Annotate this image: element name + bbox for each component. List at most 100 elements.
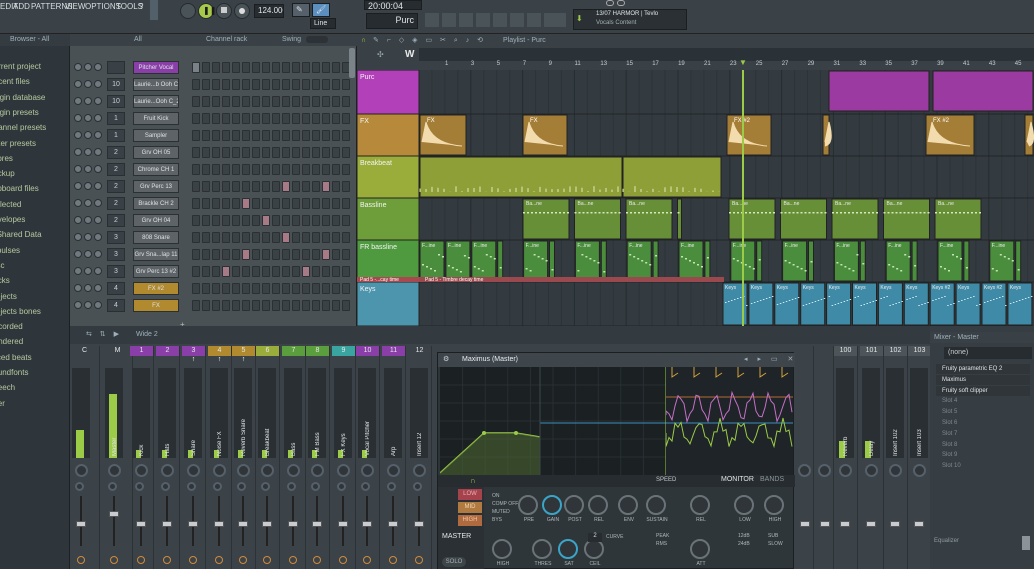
channel-volume-knob[interactable] (94, 233, 102, 241)
step-button[interactable] (202, 79, 210, 90)
step-button[interactable] (342, 96, 350, 107)
step-button[interactable] (272, 283, 280, 294)
step-button[interactable] (282, 181, 290, 192)
step-button[interactable] (332, 164, 340, 175)
channel-name-button[interactable]: Grv Perc 13 (133, 180, 179, 193)
step-button[interactable] (212, 300, 220, 311)
effect-slot[interactable]: Slot 6 (936, 418, 1030, 428)
channel-row[interactable]: 2 Chrome CH 1 (70, 162, 357, 179)
stereo-knob[interactable] (237, 482, 246, 491)
channel-filter[interactable]: All (134, 34, 142, 46)
pan-knob[interactable] (913, 464, 926, 477)
channel-volume-knob[interactable] (94, 250, 102, 258)
step-button[interactable] (332, 300, 340, 311)
mixer-track-label[interactable]: Master (112, 400, 124, 456)
volume-fader[interactable] (414, 521, 424, 527)
mixer-track-label[interactable]: Bass (291, 400, 303, 456)
channel-name-button[interactable]: Chrome CH 1 (133, 163, 179, 176)
mixer-track-label[interactable]: FM Bass (315, 400, 327, 456)
browser-view-icon[interactable] (493, 13, 507, 27)
slope-option[interactable]: 12dB (738, 533, 750, 539)
step-button[interactable] (322, 62, 330, 73)
channel-row[interactable]: 4 FX (70, 298, 357, 315)
step-button[interactable] (282, 79, 290, 90)
step-button[interactable] (322, 283, 330, 294)
mixer-track-label[interactable]: Snare (191, 400, 203, 456)
slope-option-2[interactable]: 24dB (738, 541, 750, 547)
step-button[interactable] (272, 198, 280, 209)
step-button[interactable] (312, 266, 320, 277)
effect-slot[interactable]: Slot 7 (936, 429, 1030, 439)
step-button[interactable] (332, 215, 340, 226)
band-low[interactable]: LOW (458, 489, 482, 500)
mixer-track-label[interactable]: Insert 12 (417, 400, 429, 456)
step-button[interactable] (302, 283, 310, 294)
step-button[interactable] (322, 181, 330, 192)
paint-tool-button[interactable]: 🖌 (312, 3, 330, 17)
step-button[interactable] (242, 249, 250, 260)
step-button[interactable] (282, 249, 290, 260)
step-button[interactable] (322, 266, 330, 277)
mixer-track-label[interactable] (79, 400, 91, 456)
browser-item[interactable]: Channel presets (0, 123, 46, 132)
channel-mute-led[interactable] (74, 301, 82, 309)
mixer-tools[interactable]: ⇆ ⇅ ▶ (86, 326, 122, 344)
fx-route-icon[interactable] (289, 556, 297, 564)
channel-row[interactable]: 1 Fruit Kick (70, 111, 357, 128)
channel-pan-knob[interactable] (84, 284, 92, 292)
step-button[interactable] (342, 232, 350, 243)
mixer-strip[interactable]: 9 FX Keys (332, 346, 356, 569)
step-button[interactable] (322, 130, 330, 141)
monitor-tab[interactable]: MONITOR (721, 476, 754, 483)
online-icon[interactable] (606, 0, 614, 6)
volume-fader[interactable] (288, 521, 298, 527)
step-button[interactable] (302, 62, 310, 73)
channel-pan-knob[interactable] (84, 131, 92, 139)
step-button[interactable] (302, 181, 310, 192)
browser-item[interactable]: Collected (0, 200, 21, 209)
stereo-knob[interactable] (75, 482, 84, 491)
step-button[interactable] (332, 130, 340, 141)
pan-knob[interactable] (237, 464, 250, 477)
maximus-knob[interactable] (518, 495, 538, 515)
mixer-strip[interactable] (796, 346, 814, 569)
step-button[interactable] (342, 300, 350, 311)
step-button[interactable] (272, 300, 280, 311)
mixer-strip[interactable]: 3 ↑ Snare (182, 346, 206, 569)
mixer-track-label[interactable]: Reverb (843, 400, 855, 456)
browser-item[interactable]: Envelopes (0, 215, 25, 224)
step-button[interactable] (262, 113, 270, 124)
step-button[interactable] (322, 96, 330, 107)
step-button[interactable] (282, 147, 290, 158)
stereo-knob[interactable] (161, 482, 170, 491)
step-button[interactable] (212, 147, 220, 158)
step-button[interactable] (202, 62, 210, 73)
mixer-strip[interactable]: 5 ↑ Reverb Snare (232, 346, 256, 569)
mixer-strip[interactable]: 8 FM Bass (306, 346, 330, 569)
step-button[interactable] (212, 232, 220, 243)
step-button[interactable] (202, 164, 210, 175)
step-button[interactable] (202, 181, 210, 192)
channel-pan-knob[interactable] (84, 233, 92, 241)
browser-item[interactable]: Plugin database (0, 93, 45, 102)
browser-item[interactable]: Soundfonts (0, 368, 28, 377)
channel-name-button[interactable]: Sampler (133, 129, 179, 142)
step-button[interactable] (262, 130, 270, 141)
step-button[interactable] (242, 79, 250, 90)
step-button[interactable] (232, 79, 240, 90)
step-button[interactable] (332, 283, 340, 294)
browser-item[interactable]: Plugin presets (0, 108, 39, 117)
mixer-strip[interactable]: 10 Vocal Pitcher (356, 346, 380, 569)
channel-row[interactable]: 1 Sampler (70, 128, 357, 145)
channel-mixer-track[interactable]: 10 (107, 95, 125, 108)
step-button[interactable] (342, 283, 350, 294)
stereo-knob[interactable] (261, 482, 270, 491)
bands-tab[interactable]: BANDS (760, 476, 784, 483)
tempo-display[interactable]: 124.000 (254, 4, 284, 18)
peak-option[interactable]: PEAK (656, 533, 669, 539)
band-mid[interactable]: MID (458, 502, 482, 513)
play-button[interactable]: ❚❚ (198, 3, 214, 19)
step-button[interactable] (232, 215, 240, 226)
step-button[interactable] (292, 283, 300, 294)
channel-mixer-track[interactable]: 4 (107, 299, 125, 312)
